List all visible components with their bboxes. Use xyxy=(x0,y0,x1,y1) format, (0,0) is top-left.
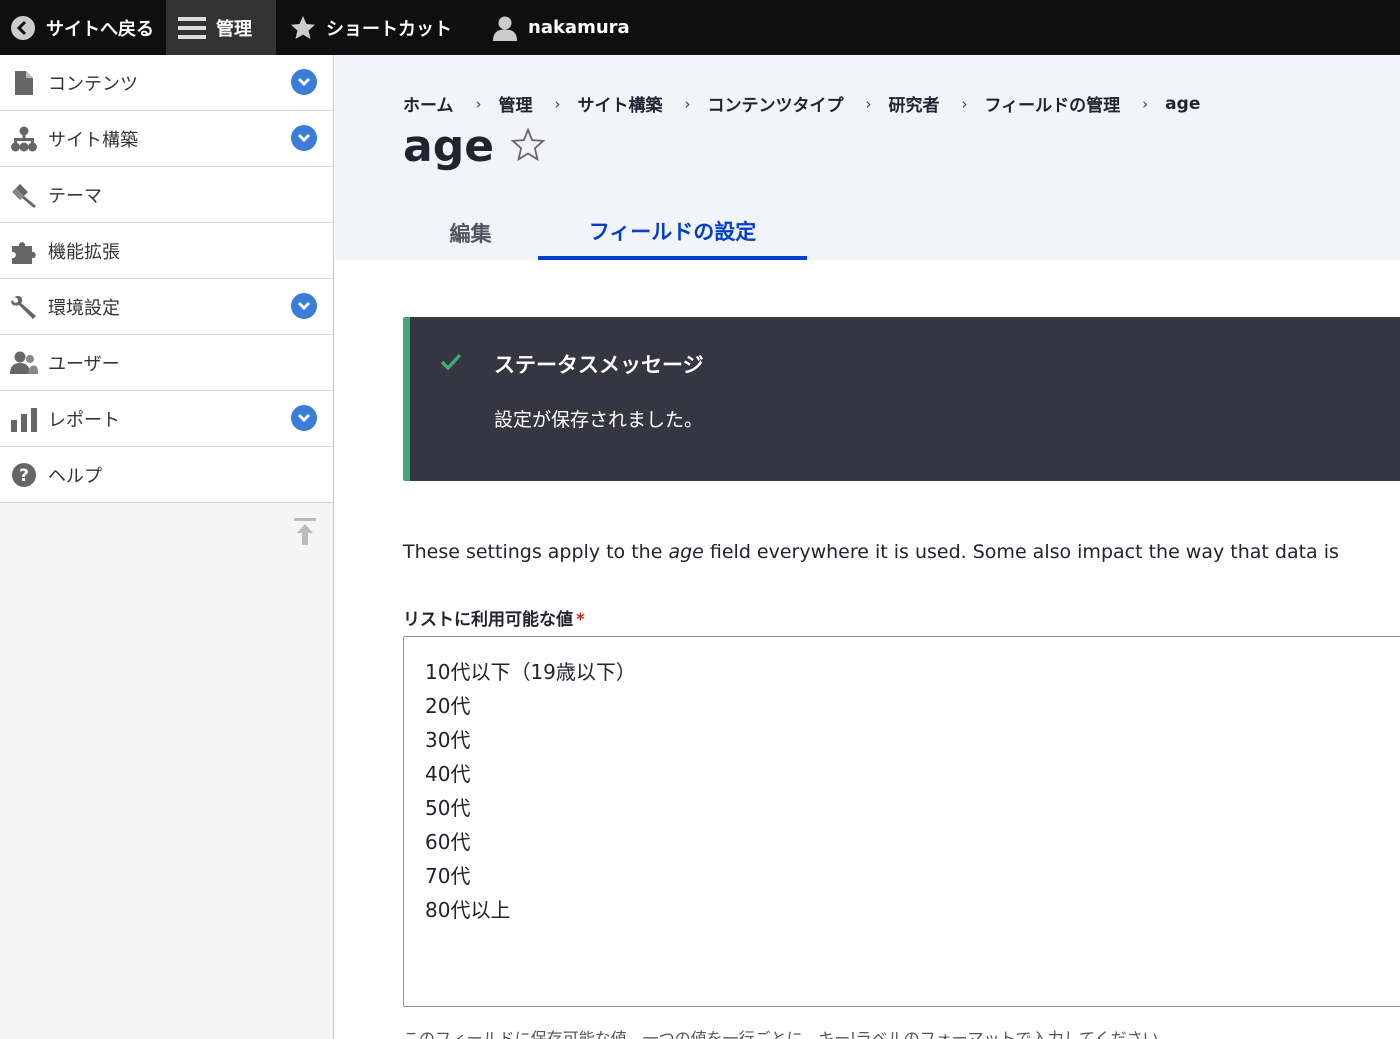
page-title-row: age xyxy=(403,121,546,172)
breadcrumb-separator-icon: › xyxy=(684,94,691,113)
tab-edit[interactable]: 編集 xyxy=(403,205,538,260)
breadcrumb: ホーム › 管理 › サイト構築 › コンテンツタイプ › 研究者 › フィール… xyxy=(403,91,1201,117)
sidebar-item-structure[interactable]: サイト構築 xyxy=(0,111,333,167)
sidebar-item-people[interactable]: ユーザー xyxy=(0,335,333,391)
users-icon xyxy=(10,349,38,377)
collapse-sidebar-icon[interactable] xyxy=(293,517,317,547)
file-icon xyxy=(10,69,38,97)
breadcrumb-link[interactable]: サイト構築 xyxy=(578,91,663,116)
chevron-left-circle-icon xyxy=(10,15,36,41)
brush-icon xyxy=(10,181,38,209)
allowed-values-help-text: このフィールドに保存可能な値。一つの値を一行ごとに、キー|ラベルのフォーマットで… xyxy=(403,1029,1175,1039)
allowed-values-label-text: リストに利用可能な値 xyxy=(403,610,573,630)
wrench-icon xyxy=(10,293,38,321)
sidebar-item-label: ヘルプ xyxy=(48,465,102,487)
breadcrumb-link[interactable]: 研究者 xyxy=(889,91,940,116)
field-settings-description: These settings apply to the age field ev… xyxy=(403,541,1339,563)
breadcrumb-link[interactable]: ホーム xyxy=(403,91,454,116)
sidebar-item-reports[interactable]: レポート xyxy=(0,391,333,447)
sidebar-item-extend[interactable]: 機能拡張 xyxy=(0,223,333,279)
sidebar-item-help[interactable]: ? ヘルプ xyxy=(0,447,333,503)
page-title: age xyxy=(403,121,495,172)
chevron-down-icon[interactable] xyxy=(291,69,317,95)
back-to-site-link[interactable]: サイトへ戻る xyxy=(0,0,166,55)
allowed-value-line: 80代以上 xyxy=(425,898,511,922)
admin-toolbar: サイトへ戻る 管理 ショートカット nakamura xyxy=(0,0,1400,55)
status-message: ステータスメッセージ 設定が保存されました。 xyxy=(403,317,1400,481)
status-title: ステータスメッセージ xyxy=(494,353,704,377)
sitemap-icon xyxy=(10,125,38,153)
bar-chart-icon xyxy=(10,405,38,433)
user-label: nakamura xyxy=(528,17,630,38)
admin-sidebar: コンテンツ サイト構築 テーマ 機能拡張 環境設定 ユーザー レポート ? ヘル… xyxy=(0,55,334,1039)
breadcrumb-separator-icon: › xyxy=(865,94,872,113)
allowed-value-line: 20代 xyxy=(425,694,471,718)
allowed-value-line: 10代以下（19歳以下） xyxy=(425,660,636,684)
breadcrumb-separator-icon: › xyxy=(475,94,482,113)
sidebar-item-label: コンテンツ xyxy=(48,73,138,95)
status-text: 設定が保存されました。 xyxy=(494,409,704,431)
manage-tab[interactable]: 管理 xyxy=(166,0,276,55)
sidebar-item-label: サイト構築 xyxy=(48,129,138,151)
manage-label: 管理 xyxy=(216,18,252,40)
breadcrumb-current: age xyxy=(1165,93,1201,114)
description-field-name: age xyxy=(668,541,704,563)
required-marker: * xyxy=(576,610,585,630)
sidebar-item-appearance[interactable]: テーマ xyxy=(0,167,333,223)
tabs: 編集 フィールドの設定 xyxy=(403,205,807,260)
allowed-value-line: 40代 xyxy=(425,762,471,786)
breadcrumb-separator-icon: › xyxy=(554,94,561,113)
puzzle-icon xyxy=(10,237,38,265)
help-icon: ? xyxy=(10,461,38,489)
description-text: field everywhere it is used. Some also i… xyxy=(703,541,1339,563)
allowed-values-textarea[interactable]: 10代以下（19歳以下） 20代 30代 40代 50代 60代 70代 80代… xyxy=(403,636,1400,1007)
sidebar-item-content[interactable]: コンテンツ xyxy=(0,55,333,111)
sidebar-item-config[interactable]: 環境設定 xyxy=(0,279,333,335)
sidebar-item-label: レポート xyxy=(48,409,120,431)
allowed-value-line: 50代 xyxy=(425,796,471,820)
breadcrumb-separator-icon: › xyxy=(1142,94,1149,113)
svg-text:?: ? xyxy=(19,466,29,486)
breadcrumb-separator-icon: › xyxy=(961,94,968,113)
chevron-down-icon[interactable] xyxy=(291,405,317,431)
chevron-down-icon[interactable] xyxy=(291,293,317,319)
star-outline-icon[interactable] xyxy=(510,126,546,167)
allowed-values-label: リストに利用可能な値 * xyxy=(403,605,585,630)
shortcuts-tab[interactable]: ショートカット xyxy=(276,0,464,55)
tab-field-settings[interactable]: フィールドの設定 xyxy=(538,205,807,260)
description-text: These settings apply to the xyxy=(403,541,669,563)
chevron-down-icon[interactable] xyxy=(291,125,317,151)
allowed-value-line: 70代 xyxy=(425,864,471,888)
allowed-value-line: 60代 xyxy=(425,830,471,854)
breadcrumb-link[interactable]: コンテンツタイプ xyxy=(708,91,844,116)
checkmark-icon xyxy=(440,353,462,375)
sidebar-item-label: テーマ xyxy=(48,185,102,207)
back-to-site-label: サイトへ戻る xyxy=(46,18,154,40)
sidebar-item-label: 機能拡張 xyxy=(48,241,120,263)
hamburger-icon xyxy=(178,15,206,41)
user-tab[interactable]: nakamura xyxy=(464,0,642,55)
sidebar-item-label: 環境設定 xyxy=(48,297,120,319)
user-icon xyxy=(492,15,518,41)
breadcrumb-link[interactable]: 管理 xyxy=(499,91,533,116)
allowed-value-line: 30代 xyxy=(425,728,471,752)
shortcuts-label: ショートカット xyxy=(326,18,452,40)
breadcrumb-link[interactable]: フィールドの管理 xyxy=(985,91,1121,116)
sidebar-item-label: ユーザー xyxy=(48,353,120,375)
star-icon xyxy=(290,15,316,41)
main-content: ホーム › 管理 › サイト構築 › コンテンツタイプ › 研究者 › フィール… xyxy=(335,55,1400,1039)
